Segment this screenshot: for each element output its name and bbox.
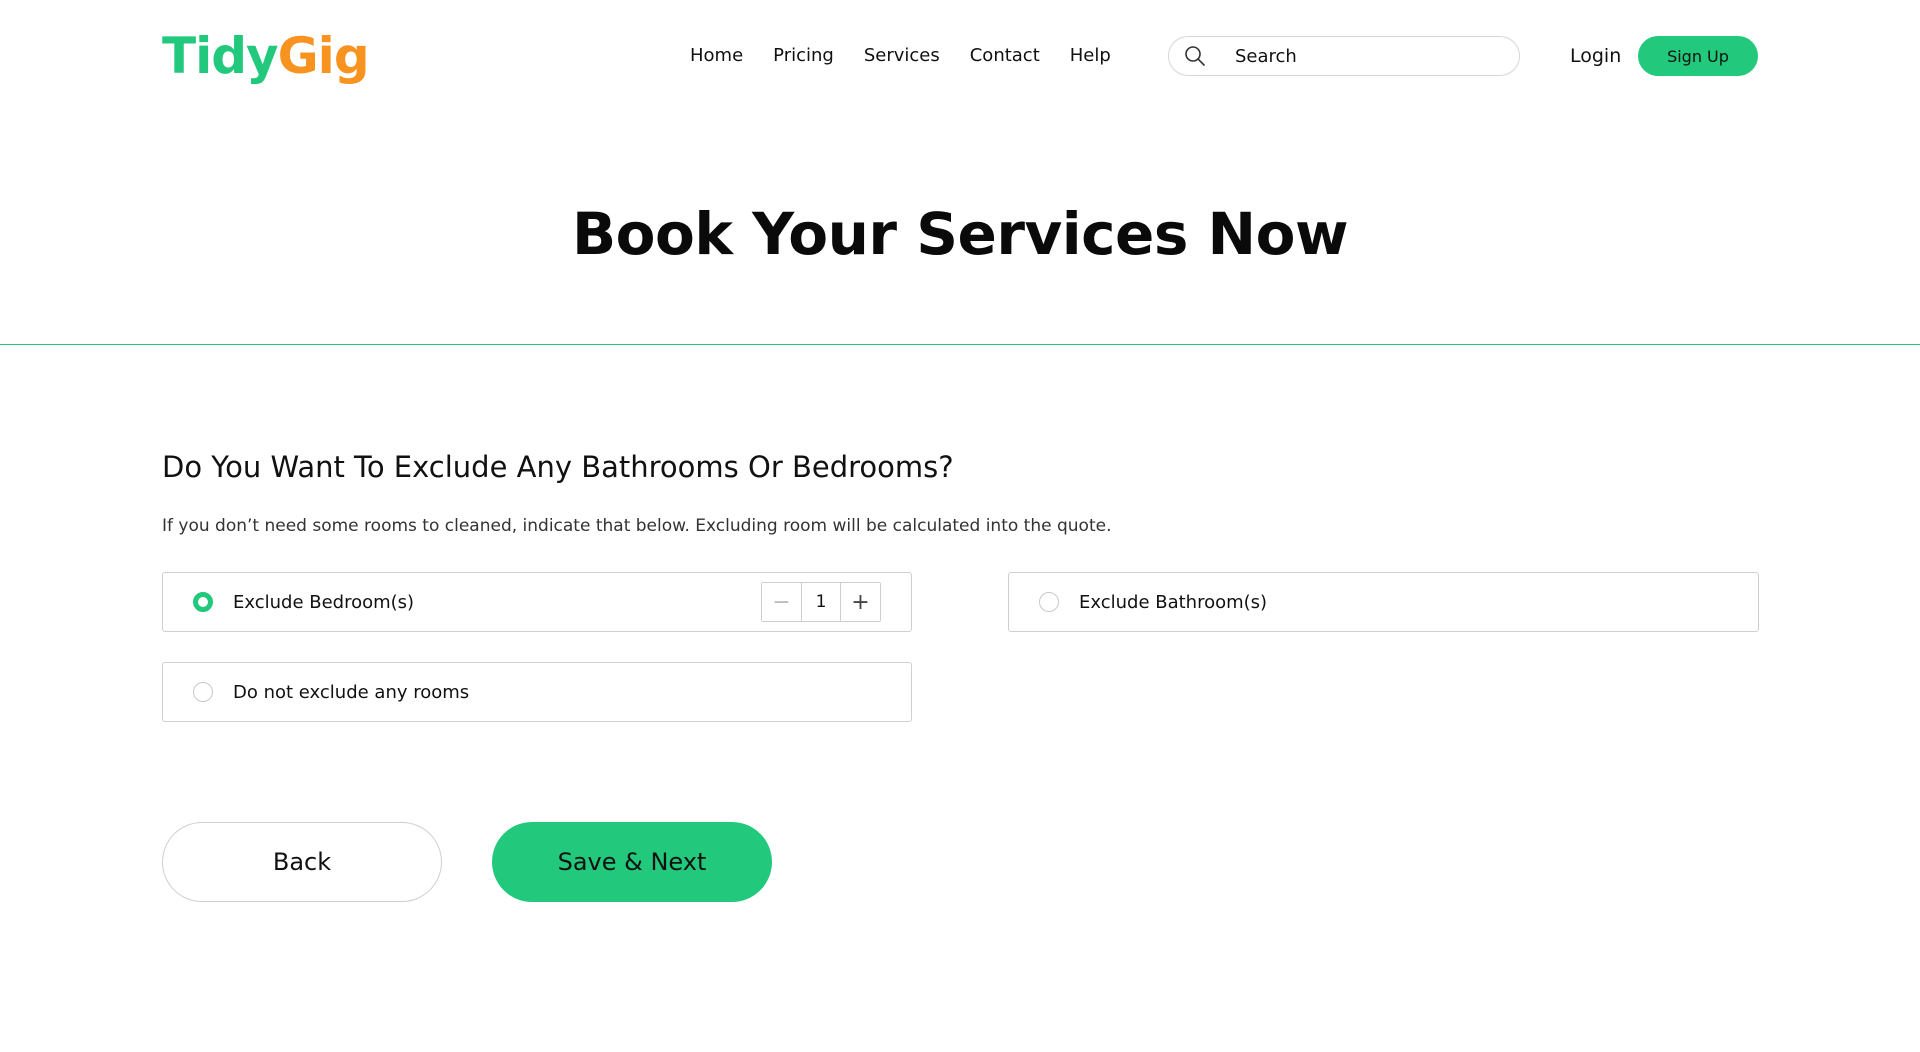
nav-home[interactable]: Home <box>690 40 743 72</box>
radio-no-exclusion[interactable] <box>193 682 213 702</box>
radio-exclude-bedrooms[interactable] <box>193 592 213 612</box>
tidygig-logo[interactable]: TidyGig <box>162 26 370 86</box>
signup-button[interactable]: Sign Up <box>1638 36 1758 76</box>
radio-exclude-bathrooms[interactable] <box>1039 592 1059 612</box>
main-nav: Home Pricing Services Contact Help <box>690 40 1141 72</box>
option-label: Do not exclude any rooms <box>233 681 470 703</box>
nav-services[interactable]: Services <box>864 40 940 72</box>
nav-pricing[interactable]: Pricing <box>773 40 834 72</box>
logo-text-gig: Gig <box>277 27 370 85</box>
nav-contact[interactable]: Contact <box>970 40 1040 72</box>
increment-button[interactable]: + <box>840 583 880 621</box>
decrement-button[interactable]: − <box>762 583 802 621</box>
nav-help[interactable]: Help <box>1070 40 1111 72</box>
site-header: TidyGig Home Pricing Services Contact He… <box>0 0 1920 112</box>
search-icon[interactable] <box>1183 44 1207 68</box>
save-next-button[interactable]: Save & Next <box>492 822 772 902</box>
logo-text-tidy: Tidy <box>162 27 279 85</box>
back-button[interactable]: Back <box>162 822 442 902</box>
section-divider <box>0 344 1920 345</box>
option-exclude-bedrooms[interactable]: Exclude Bedroom(s) − 1 + <box>162 572 912 632</box>
option-label: Exclude Bathroom(s) <box>1079 591 1268 613</box>
question-hint: If you don’t need some rooms to cleaned,… <box>162 516 1112 536</box>
login-link[interactable]: Login <box>1570 40 1621 72</box>
search-input[interactable] <box>1235 45 1495 67</box>
search-box[interactable] <box>1168 36 1520 76</box>
bedroom-count-value[interactable]: 1 <box>802 583 840 621</box>
option-exclude-bathrooms[interactable]: Exclude Bathroom(s) <box>1008 572 1759 632</box>
bedroom-count-stepper: − 1 + <box>761 582 881 622</box>
question-heading: Do You Want To Exclude Any Bathrooms Or … <box>162 450 954 484</box>
page-title: Book Your Services Now <box>571 200 1349 268</box>
option-label: Exclude Bedroom(s) <box>233 591 415 613</box>
option-no-exclusion[interactable]: Do not exclude any rooms <box>162 662 912 722</box>
